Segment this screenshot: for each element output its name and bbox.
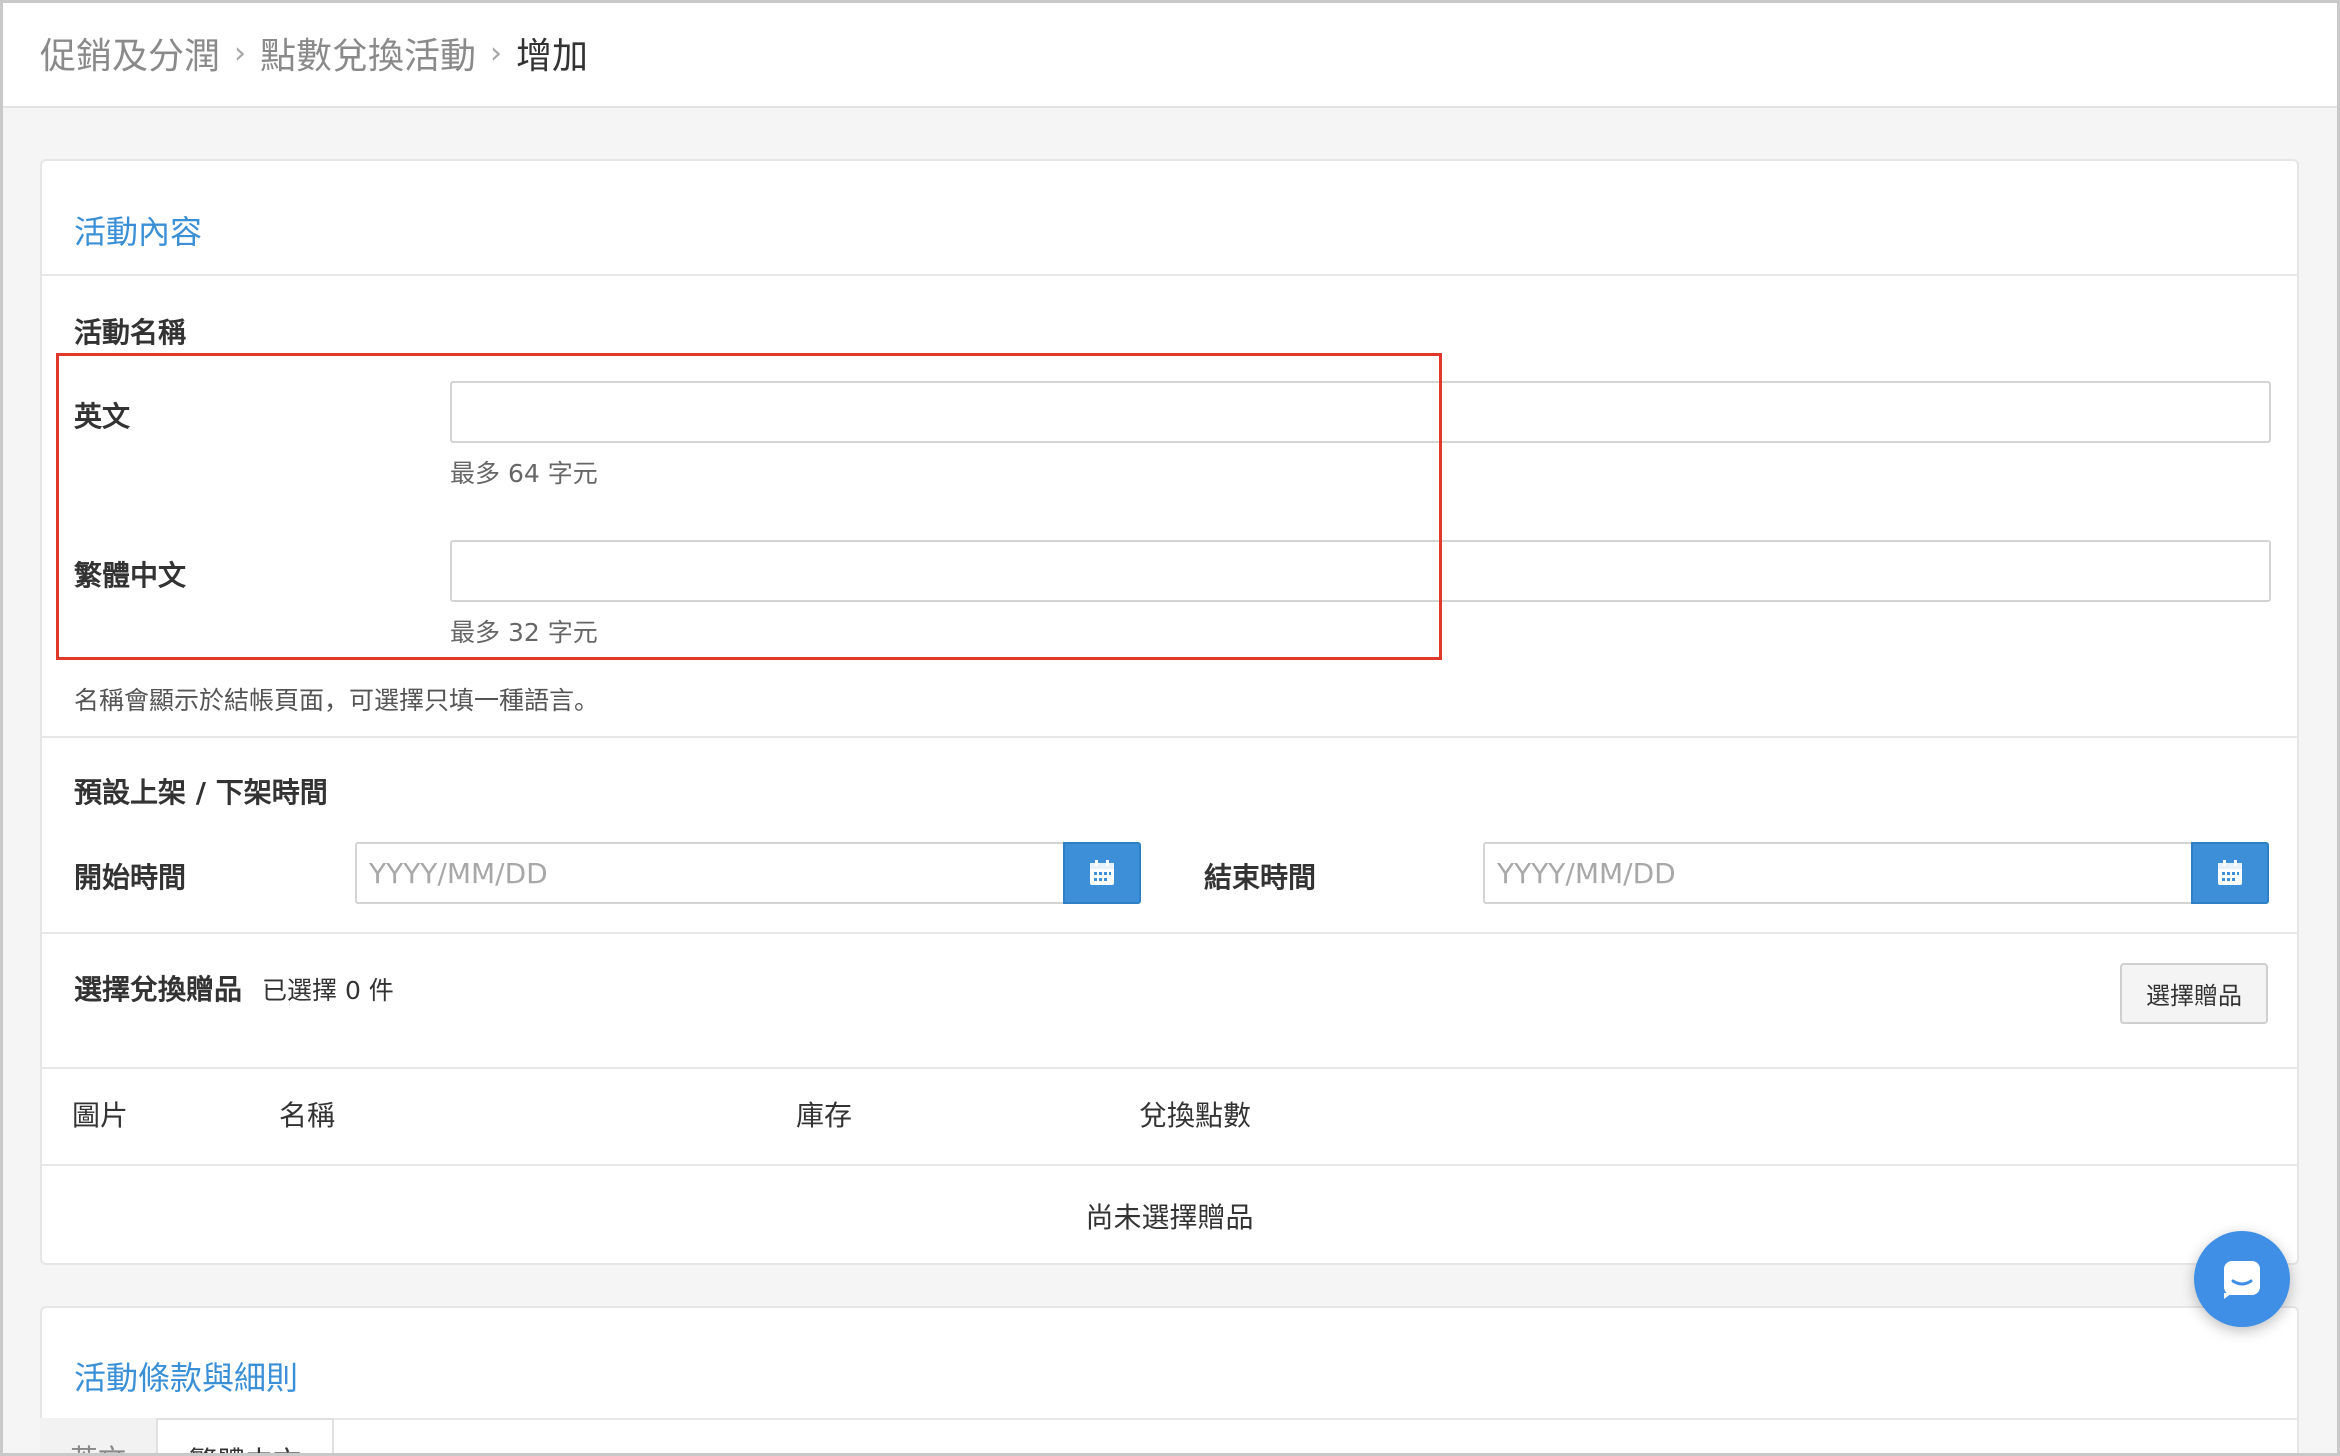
selected-gift-count: 已選擇 0 件 [262, 976, 394, 1005]
calendar-icon [1090, 860, 1114, 885]
english-name-input[interactable] [450, 381, 2271, 443]
terms-card: 活動條款與細則 [40, 1306, 2299, 1456]
divider [42, 274, 2297, 276]
gift-selection-heading: 選擇兌換贈品 [74, 973, 243, 1006]
start-date-input[interactable] [355, 842, 1065, 904]
column-header-name: 名稱 [279, 1099, 336, 1132]
chinese-name-hint: 最多 32 字元 [450, 618, 598, 647]
end-time-label: 結束時間 [1204, 861, 1317, 894]
empty-gifts-message: 尚未選擇贈品 [1085, 1201, 1254, 1234]
chinese-name-input[interactable] [450, 540, 2271, 602]
divider [42, 1164, 2297, 1166]
breadcrumb: 促銷及分潤 › 點數兌換活動 › 增加 [0, 0, 2340, 108]
select-gift-button[interactable]: 選擇贈品 [2120, 963, 2268, 1024]
chat-icon [2224, 1261, 2260, 1299]
chat-button[interactable] [2194, 1231, 2290, 1327]
english-name-label: 英文 [74, 400, 131, 433]
name-display-note: 名稱會顯示於結帳頁面，可選擇只填一種語言。 [74, 686, 600, 715]
schedule-heading: 預設上架 / 下架時間 [74, 776, 328, 809]
calendar-icon [2218, 860, 2242, 885]
breadcrumb-points-redemption[interactable]: 點數兌換活動 [260, 27, 476, 79]
tab-traditional-chinese[interactable]: 繁體中文 [158, 1418, 334, 1456]
section-title-terms: 活動條款與細則 [74, 1359, 299, 1397]
activity-name-heading: 活動名稱 [74, 316, 187, 349]
divider [42, 736, 2297, 738]
chevron-right-icon: › [490, 35, 503, 71]
column-header-image: 圖片 [72, 1099, 129, 1132]
breadcrumb-promotions[interactable]: 促銷及分潤 [40, 27, 220, 79]
breadcrumb-current: 增加 [516, 36, 589, 77]
chinese-name-label: 繁體中文 [74, 559, 187, 592]
end-date-input[interactable] [1483, 842, 2193, 904]
tab-english[interactable]: 英文 [40, 1418, 158, 1456]
divider [42, 1418, 2297, 1420]
column-header-stock: 庫存 [796, 1099, 853, 1132]
start-date-calendar-button[interactable] [1063, 842, 1141, 904]
start-time-label: 開始時間 [74, 861, 187, 894]
divider [42, 932, 2297, 934]
divider [42, 1067, 2297, 1069]
section-title-activity-content: 活動內容 [74, 213, 203, 251]
column-header-redeem-points: 兌換點數 [1139, 1099, 1252, 1132]
english-name-hint: 最多 64 字元 [450, 459, 598, 488]
end-date-calendar-button[interactable] [2191, 842, 2269, 904]
chevron-right-icon: › [234, 35, 247, 71]
